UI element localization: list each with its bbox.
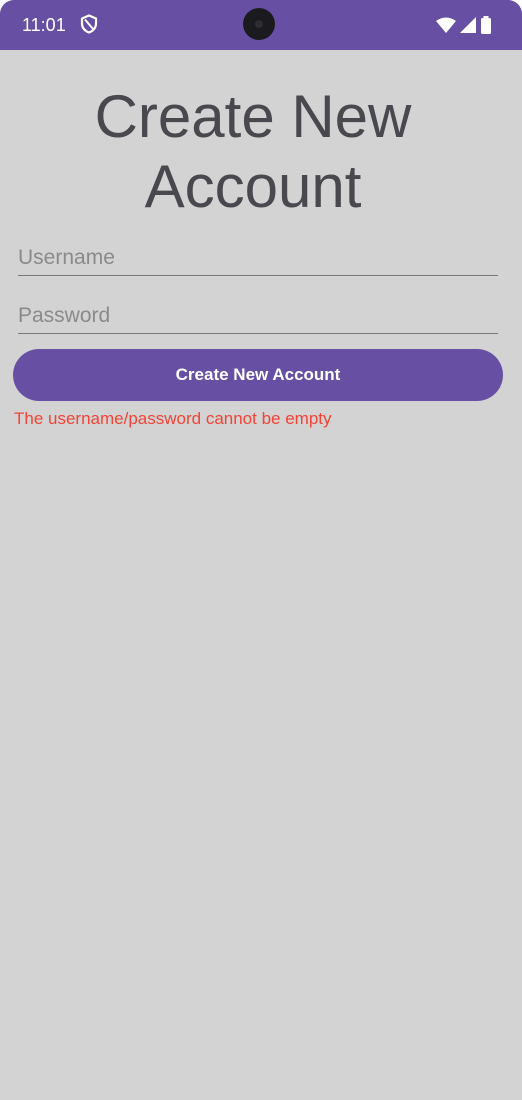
shield-icon: [80, 14, 98, 34]
status-bar: 11:01: [0, 0, 522, 50]
username-field[interactable]: [18, 241, 498, 276]
phone-screen: 11:01 Create New Account Create New Acco…: [0, 0, 522, 1100]
password-field[interactable]: [18, 299, 498, 334]
cellular-signal-icon: [460, 17, 476, 33]
status-icons: [436, 15, 492, 35]
error-message: The username/password cannot be empty: [14, 409, 332, 428]
battery-icon: [481, 16, 491, 34]
wifi-icon: [436, 17, 456, 33]
front-camera: [243, 8, 275, 40]
create-account-button[interactable]: Create New Account: [13, 349, 503, 401]
page-title: Create New Account: [94, 83, 412, 220]
status-time: 11:01: [22, 15, 66, 35]
